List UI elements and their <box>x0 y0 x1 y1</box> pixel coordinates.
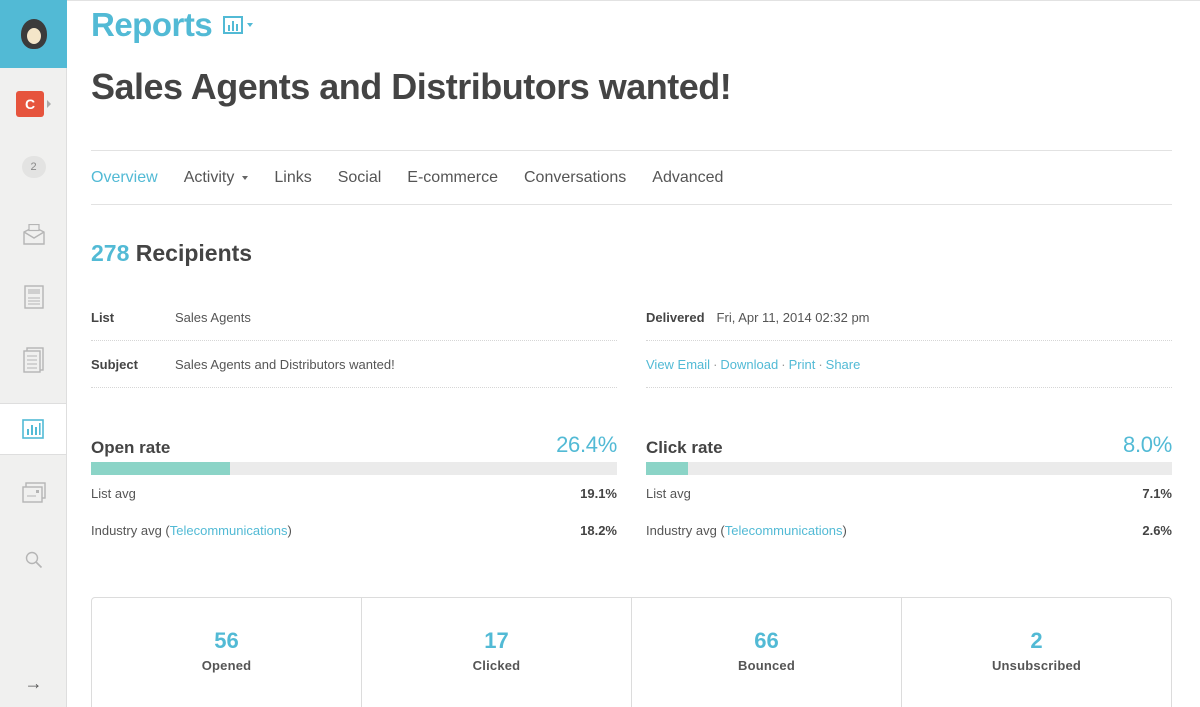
tab-activity[interactable]: Activity <box>184 169 249 187</box>
tab-social[interactable]: Social <box>338 169 382 187</box>
tab-ecommerce[interactable]: E-commerce <box>407 169 498 187</box>
open-rate-value: 26.4% <box>556 432 617 457</box>
subject-label: Subject <box>91 357 138 372</box>
industry-link[interactable]: Telecommunications <box>170 523 288 538</box>
stat-label: Unsubscribed <box>991 658 1082 673</box>
print-link[interactable]: Print <box>789 357 816 372</box>
open-rate-bar <box>91 462 617 475</box>
templates-icon[interactable] <box>0 282 67 312</box>
view-email-link[interactable]: View Email <box>646 357 710 372</box>
stat-value: 17 <box>484 628 509 653</box>
share-link[interactable]: Share <box>826 357 861 372</box>
tab-label: Overview <box>91 168 158 186</box>
industry-avg-label: Industry avg (Telecommunications) <box>91 523 292 538</box>
industry-avg-prefix: Industry avg ( <box>646 523 725 538</box>
subject-row: Subject Sales Agents and Distributors wa… <box>91 342 617 388</box>
industry-avg-label: Industry avg (Telecommunications) <box>646 523 847 538</box>
account-switcher[interactable]: C <box>0 89 67 119</box>
industry-avg-suffix: ) <box>842 523 847 538</box>
sidebar: C 2 → <box>0 0 67 707</box>
tab-advanced[interactable]: Advanced <box>652 169 723 187</box>
industry-link[interactable]: Telecommunications <box>725 523 843 538</box>
stat-label: Clicked <box>472 658 521 673</box>
reports-header: Reports <box>91 6 254 44</box>
recipients-count: 278 <box>91 240 130 266</box>
recipients-label: Recipients <box>135 240 253 266</box>
tab-label: E-commerce <box>407 168 498 186</box>
stat-unsubscribed[interactable]: 2 Unsubscribed <box>902 598 1171 707</box>
list-label: List <box>91 310 115 325</box>
open-rate-block: Open rate 26.4% List avg 19.1% Industry … <box>91 422 617 549</box>
tab-label: Activity <box>183 168 235 186</box>
account-badge: C <box>16 91 44 117</box>
stat-opened[interactable]: 56 Opened <box>92 598 362 707</box>
download-link[interactable]: Download <box>720 357 778 372</box>
separator: · <box>781 357 786 372</box>
report-tabs: Overview Activity Links Social E-commerc… <box>91 150 1172 205</box>
reports-icon[interactable] <box>0 403 66 455</box>
top-divider <box>67 0 1200 1</box>
tab-conversations[interactable]: Conversations <box>524 169 626 187</box>
chevron-down-icon[interactable] <box>247 23 254 27</box>
list-avg-label: List avg <box>646 486 691 501</box>
click-rate-bar <box>646 462 1172 475</box>
open-rate-label: Open rate <box>91 438 171 457</box>
list-value: Sales Agents <box>175 310 251 325</box>
open-industry-avg-value: 18.2% <box>580 523 617 538</box>
list-avg-label: List avg <box>91 486 136 501</box>
click-list-avg-row: List avg 7.1% <box>646 475 1172 512</box>
recipients-heading: 278 Recipients <box>91 240 252 267</box>
delivered-label: Delivered <box>646 310 705 325</box>
notifications-count[interactable]: 2 <box>0 155 67 179</box>
stat-clicked[interactable]: 17 Clicked <box>362 598 632 707</box>
mailchimp-logo-icon[interactable] <box>0 0 67 68</box>
lists-icon[interactable] <box>0 344 67 376</box>
open-industry-avg-row: Industry avg (Telecommunications) 18.2% <box>91 512 617 549</box>
campaigns-icon[interactable] <box>0 220 67 250</box>
stat-value: 66 <box>754 628 779 653</box>
click-rate-label: Click rate <box>646 438 723 457</box>
tab-label: Advanced <box>652 168 724 186</box>
open-rate-bar-fill <box>91 462 230 475</box>
summary-stats: 56 Opened 17 Clicked 66 Bounced 2 Unsubs… <box>91 597 1172 707</box>
separator: · <box>713 357 718 372</box>
delivered-row: Delivered Fri, Apr 11, 2014 02:32 pm <box>646 295 1172 341</box>
industry-avg-prefix: Industry avg ( <box>91 523 170 538</box>
email-actions: View Email · Download · Print · Share <box>646 342 1172 388</box>
tab-label: Social <box>337 168 382 186</box>
open-list-avg-row: List avg 19.1% <box>91 475 617 512</box>
stat-label: Bounced <box>737 658 795 673</box>
click-rate-block: Click rate 8.0% List avg 7.1% Industry a… <box>646 422 1172 549</box>
stat-value: 2 <box>1030 628 1043 653</box>
reports-menu-icon[interactable] <box>223 16 244 34</box>
tab-links[interactable]: Links <box>274 169 311 187</box>
click-list-avg-value: 7.1% <box>1142 486 1172 501</box>
tab-overview[interactable]: Overview <box>91 169 158 187</box>
caret-right-icon <box>47 100 51 108</box>
click-rate-value: 8.0% <box>1123 432 1172 457</box>
campaign-title: Sales Agents and Distributors wanted! <box>91 66 732 107</box>
notification-badge: 2 <box>21 156 46 178</box>
search-icon[interactable] <box>0 545 67 575</box>
page-section-title: Reports <box>91 6 213 43</box>
collapse-arrow-icon[interactable]: → <box>0 668 67 698</box>
list-row: List Sales Agents <box>91 295 617 341</box>
separator: · <box>818 357 823 372</box>
stat-bounced[interactable]: 66 Bounced <box>632 598 902 707</box>
delivered-value: Fri, Apr 11, 2014 02:32 pm <box>716 310 870 325</box>
stat-label: Opened <box>201 658 252 673</box>
click-industry-avg-value: 2.6% <box>1142 523 1172 538</box>
automation-icon[interactable] <box>0 478 67 508</box>
open-list-avg-value: 19.1% <box>580 486 617 501</box>
caret-down-icon <box>242 175 249 180</box>
subject-value: Sales Agents and Distributors wanted! <box>175 357 395 372</box>
tab-label: Conversations <box>523 168 627 186</box>
stat-value: 56 <box>214 628 239 653</box>
click-industry-avg-row: Industry avg (Telecommunications) 2.6% <box>646 512 1172 549</box>
tab-label: Links <box>274 168 312 186</box>
click-rate-bar-fill <box>646 462 689 475</box>
industry-avg-suffix: ) <box>287 523 292 538</box>
